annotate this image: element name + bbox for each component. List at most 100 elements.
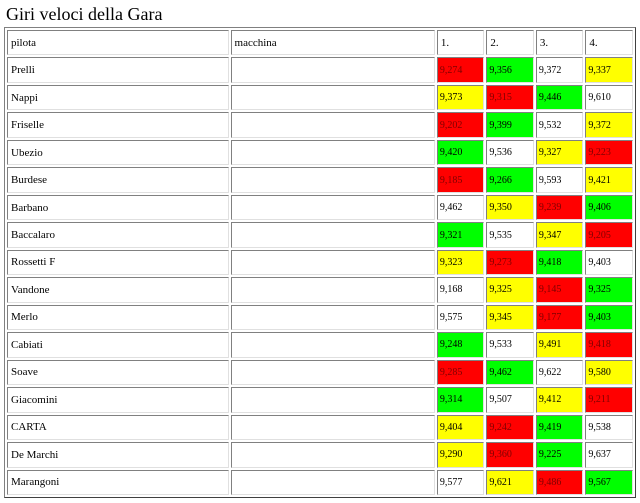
pilot-name-cell: Soave [7, 359, 229, 386]
lap-time-cell: 9,325 [585, 277, 633, 303]
lap-time-cell: 9,610 [585, 84, 633, 111]
lap-times-table: pilota macchina 1. 2. 3. 4. Prelli 9,274 9… [4, 27, 636, 498]
pilot-name-cell: Barbano [7, 194, 229, 221]
table-row: De Marchi 9,290 9,360 9,225 9,637 [7, 442, 633, 468]
lap-time-cell: 9,567 [585, 469, 633, 495]
car-cell [230, 359, 435, 386]
lap-time-cell: 9,325 [486, 277, 534, 303]
lap-time-cell: 9,314 [436, 387, 485, 413]
car-cell [230, 222, 435, 248]
pilot-name-cell: Rossetti F [7, 249, 229, 276]
pilot-name-cell: Merlo [7, 304, 229, 331]
lap-time-cell: 9,575 [436, 304, 485, 331]
lap-time-cell: 9,637 [585, 442, 633, 468]
lap-time-cell: 9,373 [436, 84, 485, 111]
lap-time-cell: 9,462 [486, 359, 534, 386]
lap-time-cell: 9,535 [486, 222, 534, 248]
lap-time-cell: 9,347 [535, 222, 584, 248]
car-cell [230, 112, 435, 138]
car-cell [230, 442, 435, 468]
lap-time-cell: 9,532 [535, 112, 584, 138]
lap-time-cell: 9,145 [535, 277, 584, 303]
lap-time-cell: 9,580 [585, 359, 633, 386]
lap-time-cell: 9,421 [585, 167, 633, 193]
page-title: Giri veloci della Gara [6, 4, 163, 24]
car-cell [230, 304, 435, 331]
lap-time-cell: 9,211 [585, 387, 633, 413]
lap-time-cell: 9,350 [486, 194, 534, 221]
lap-time-cell: 9,360 [486, 442, 534, 468]
pilot-name-cell: Cabiati [7, 332, 229, 358]
lap-time-cell: 9,290 [436, 442, 485, 468]
table-row: Cabiati 9,248 9,533 9,491 9,418 [7, 332, 633, 358]
lap-time-cell: 9,372 [535, 57, 584, 83]
table-row: Friselle 9,202 9,399 9,532 9,372 [7, 112, 633, 138]
header-lap-1: 1. [436, 30, 485, 56]
lap-time-cell: 9,239 [535, 194, 584, 221]
lap-time-cell: 9,315 [486, 84, 534, 111]
lap-time-cell: 9,507 [486, 387, 534, 413]
pilot-name-cell: Friselle [7, 112, 229, 138]
lap-time-cell: 9,486 [535, 469, 584, 495]
lap-time-cell: 9,242 [486, 414, 534, 441]
pilot-name-cell: Marangoni [7, 469, 229, 495]
car-cell [230, 84, 435, 111]
lap-time-cell: 9,621 [486, 469, 534, 495]
lap-time-cell: 9,202 [436, 112, 485, 138]
car-cell [230, 332, 435, 358]
table-row: Vandone 9,168 9,325 9,145 9,325 [7, 277, 633, 303]
car-cell [230, 387, 435, 413]
pilot-name-cell: Vandone [7, 277, 229, 303]
lap-time-cell: 9,399 [486, 112, 534, 138]
header-pilot: pilota [7, 30, 229, 56]
car-cell [230, 469, 435, 495]
header-car: macchina [230, 30, 435, 56]
pilot-name-cell: Baccalaro [7, 222, 229, 248]
lap-time-cell: 9,404 [436, 414, 485, 441]
pilot-name-cell: Prelli [7, 57, 229, 83]
pilot-name-cell: Giacomini [7, 387, 229, 413]
lap-time-cell: 9,321 [436, 222, 485, 248]
table-header-row: pilota macchina 1. 2. 3. 4. [7, 30, 633, 56]
lap-time-cell: 9,356 [486, 57, 534, 83]
lap-time-cell: 9,403 [585, 304, 633, 331]
lap-time-cell: 9,462 [436, 194, 485, 221]
lap-time-cell: 9,593 [535, 167, 584, 193]
table-row: Soave 9,285 9,462 9,622 9,580 [7, 359, 633, 386]
lap-time-cell: 9,372 [585, 112, 633, 138]
lap-time-cell: 9,419 [535, 414, 584, 441]
lap-time-cell: 9,406 [585, 194, 633, 221]
table-row: CARTA 9,404 9,242 9,419 9,538 [7, 414, 633, 441]
table-row: Ubezio 9,420 9,536 9,327 9,223 [7, 139, 633, 166]
lap-time-cell: 9,273 [486, 249, 534, 276]
lap-time-cell: 9,622 [535, 359, 584, 386]
lap-time-cell: 9,420 [436, 139, 485, 166]
lap-time-cell: 9,536 [486, 139, 534, 166]
lap-time-cell: 9,323 [436, 249, 485, 276]
table-row: Merlo 9,575 9,345 9,177 9,403 [7, 304, 633, 331]
car-cell [230, 194, 435, 221]
table-row: Barbano 9,462 9,350 9,239 9,406 [7, 194, 633, 221]
lap-time-cell: 9,185 [436, 167, 485, 193]
lap-time-cell: 9,533 [486, 332, 534, 358]
lap-time-cell: 9,418 [535, 249, 584, 276]
car-cell [230, 277, 435, 303]
lap-time-cell: 9,538 [585, 414, 633, 441]
table-row: Nappi 9,373 9,315 9,446 9,610 [7, 84, 633, 111]
lap-time-cell: 9,274 [436, 57, 485, 83]
table-row: Prelli 9,274 9,356 9,372 9,337 [7, 57, 633, 83]
lap-time-cell: 9,266 [486, 167, 534, 193]
table-row: Baccalaro 9,321 9,535 9,347 9,205 [7, 222, 633, 248]
car-cell [230, 139, 435, 166]
lap-time-cell: 9,418 [585, 332, 633, 358]
pilot-name-cell: Burdese [7, 167, 229, 193]
lap-time-cell: 9,205 [585, 222, 633, 248]
lap-time-cell: 9,327 [535, 139, 584, 166]
lap-time-cell: 9,403 [585, 249, 633, 276]
header-lap-3: 3. [535, 30, 584, 56]
lap-time-cell: 9,577 [436, 469, 485, 495]
car-cell [230, 57, 435, 83]
lap-time-cell: 9,248 [436, 332, 485, 358]
pilot-name-cell: De Marchi [7, 442, 229, 468]
lap-time-cell: 9,345 [486, 304, 534, 331]
